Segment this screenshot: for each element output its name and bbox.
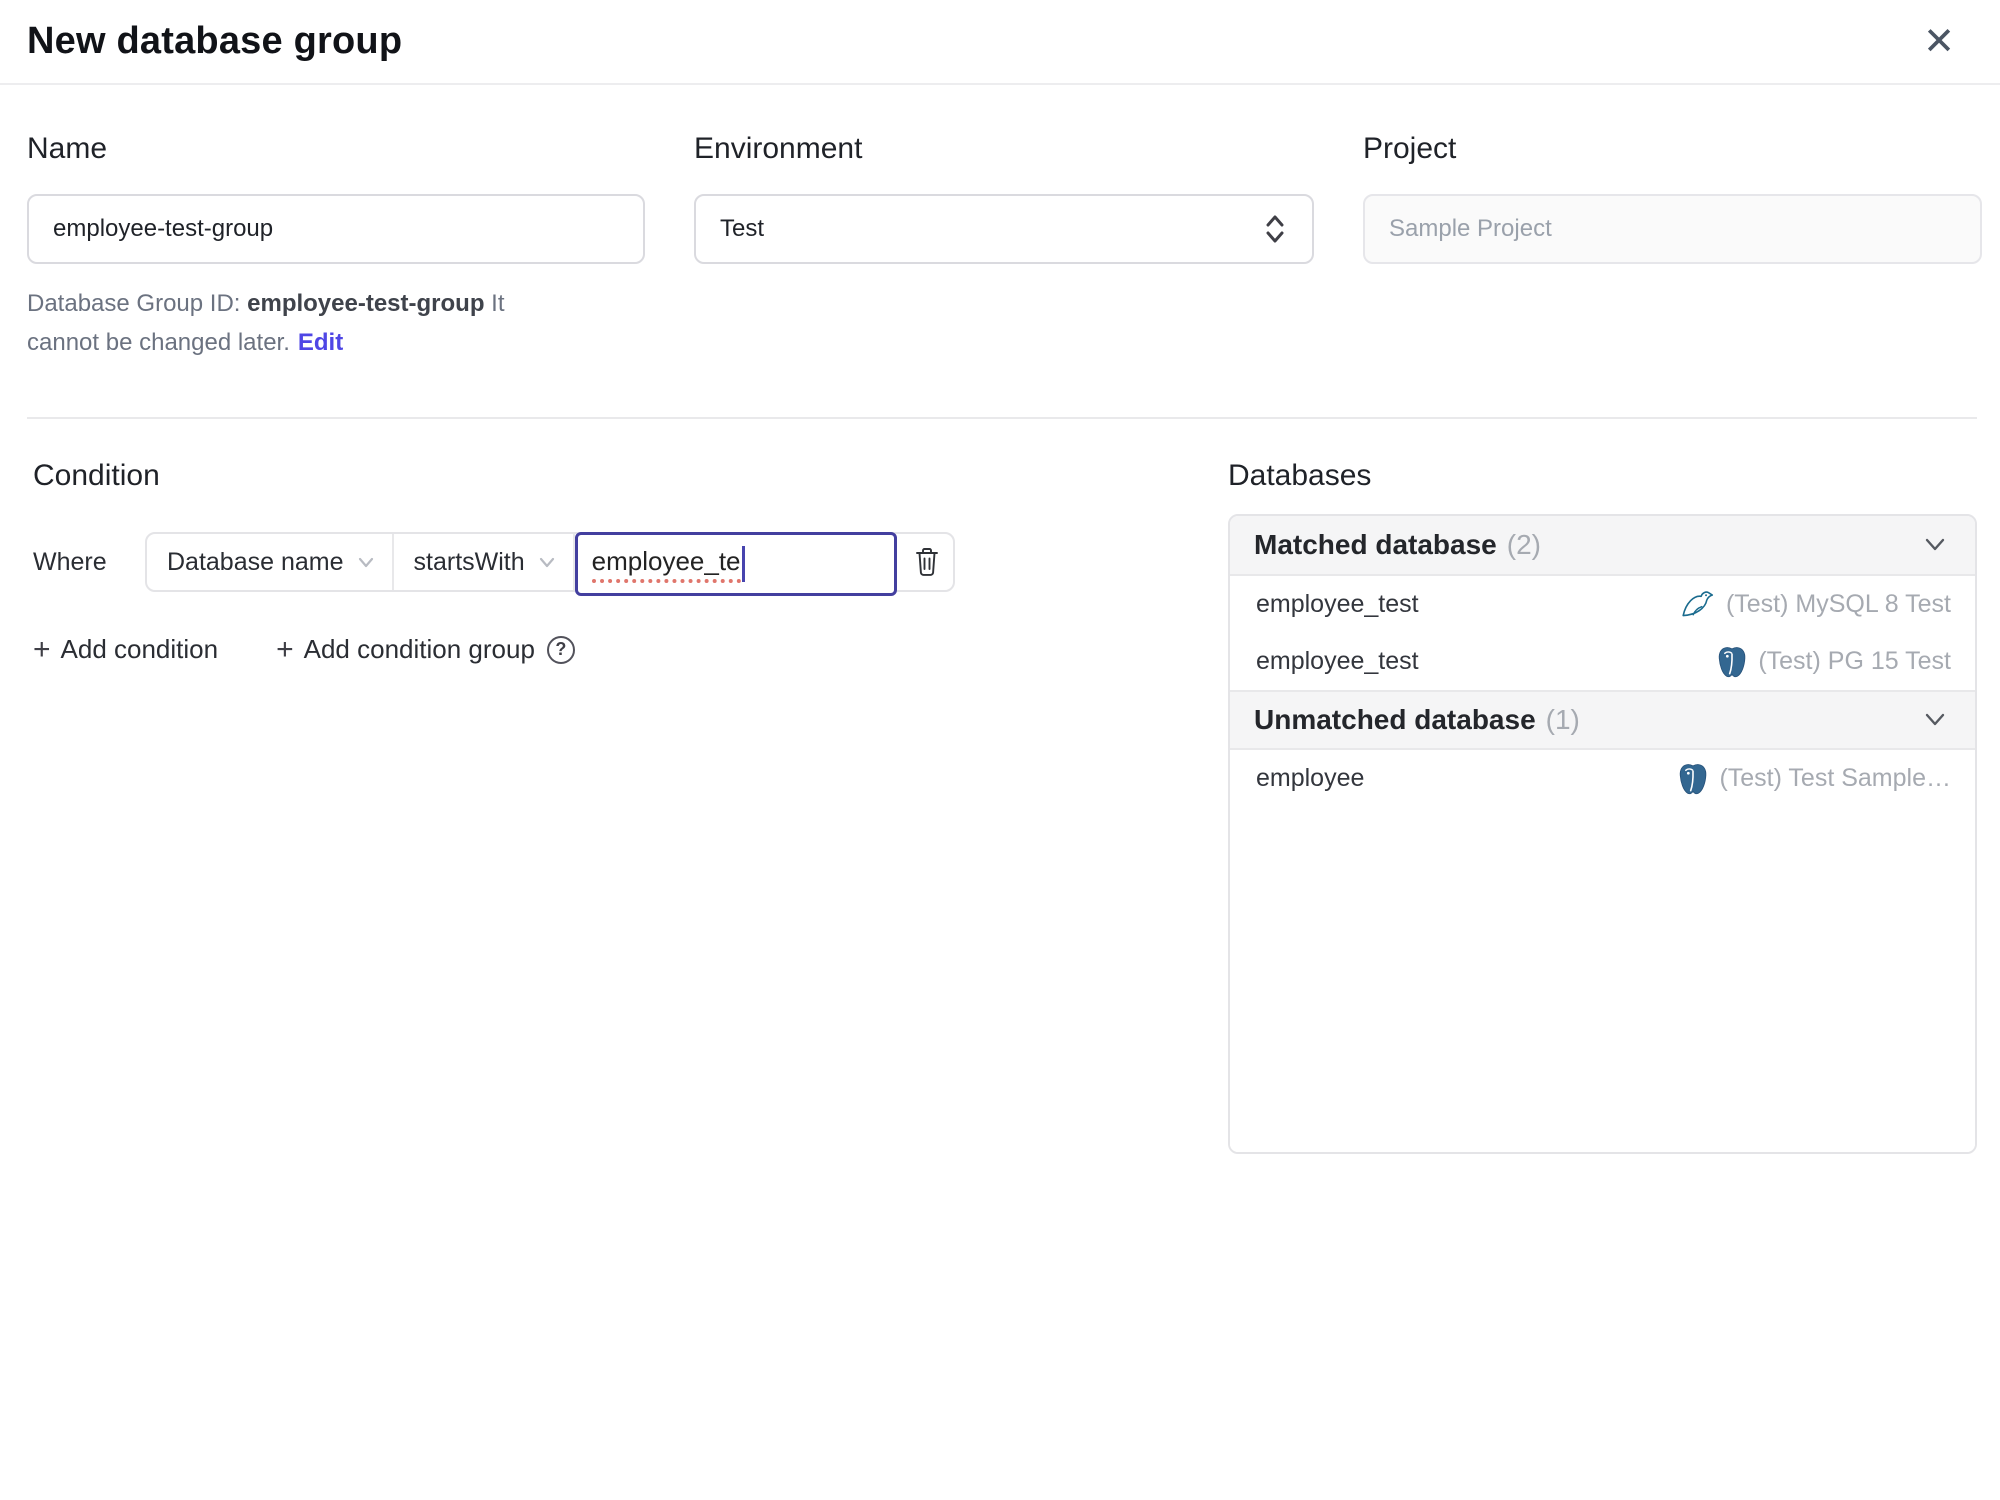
instance-info: (Test) MySQL 8 Test xyxy=(1680,588,1951,622)
condition-actions: + Add condition + Add condition group ? xyxy=(33,634,1228,665)
lower-area: Condition Where Database name startsWith xyxy=(0,419,2000,1154)
database-name: employee xyxy=(1256,764,1365,792)
chevron-down-icon[interactable] xyxy=(1919,534,1951,556)
where-label: Where xyxy=(33,547,107,576)
instance-label: (Test) Test Sample… xyxy=(1719,764,1951,792)
chevron-down-icon xyxy=(537,552,557,572)
condition-operator-value: startsWith xyxy=(413,547,525,576)
matched-section-count: (2) xyxy=(1506,529,1541,560)
environment-label: Environment xyxy=(694,132,863,165)
dialog-title: New database group xyxy=(27,20,403,62)
database-row: employee (Test) Test Sample… xyxy=(1230,750,1975,807)
add-condition-group-label: Add condition group xyxy=(303,634,535,664)
add-condition-label: Add condition xyxy=(60,634,219,664)
help-icon[interactable]: ? xyxy=(546,635,575,664)
database-row: employee_test (Test) MySQL 8 Test xyxy=(1230,576,1975,633)
plus-icon: + xyxy=(276,632,294,666)
instance-label: (Test) PG 15 Test xyxy=(1758,647,1951,675)
database-name: employee_test xyxy=(1256,647,1419,675)
chevron-down-icon[interactable] xyxy=(1919,709,1951,731)
unmatched-section-count: (1) xyxy=(1545,704,1580,735)
condition-operator-select[interactable]: startsWith xyxy=(394,534,575,590)
condition-factor-select[interactable]: Database name xyxy=(147,534,394,590)
name-field-group: Name Database Group ID: employee-test-gr… xyxy=(27,130,645,362)
edit-id-link[interactable]: Edit xyxy=(298,329,343,356)
environment-value: Test xyxy=(720,215,765,242)
add-condition-button[interactable]: + Add condition xyxy=(33,634,218,665)
database-name: employee_test xyxy=(1256,590,1419,618)
condition-value-text: employee_te xyxy=(591,546,741,583)
group-id-note: Database Group ID: employee-test-group I… xyxy=(27,284,532,362)
database-row: employee_test (Test) PG 15 Test xyxy=(1230,633,1975,690)
databases-empty-space xyxy=(1230,807,1975,1152)
instance-label: (Test) MySQL 8 Test xyxy=(1725,590,1951,618)
unmatched-section-title: Unmatched database xyxy=(1254,704,1536,735)
postgres-icon xyxy=(1677,762,1709,796)
dialog-header: New database group ✕ xyxy=(0,0,2000,85)
databases-section: Databases Matched database (2) employee_… xyxy=(1228,456,1977,1154)
chevron-down-icon xyxy=(356,552,376,572)
trash-icon xyxy=(913,546,941,578)
matched-section-header[interactable]: Matched database (2) xyxy=(1230,516,1975,576)
name-label: Name xyxy=(27,132,108,165)
instance-info: (Test) PG 15 Test xyxy=(1716,645,1951,679)
select-spinner-icon xyxy=(1262,212,1288,246)
databases-panel: Matched database (2) employee_test (Test… xyxy=(1228,514,1977,1154)
unmatched-section-header[interactable]: Unmatched database (1) xyxy=(1230,690,1975,750)
condition-row: Where Database name startsWith employee_… xyxy=(33,532,1228,596)
close-icon[interactable]: ✕ xyxy=(1916,19,1962,65)
databases-heading: Databases xyxy=(1228,459,1372,492)
condition-factor-value: Database name xyxy=(167,547,344,576)
project-field-group: Project xyxy=(1363,130,1982,362)
environment-field-group: Environment Test xyxy=(694,130,1314,362)
matched-section-title: Matched database xyxy=(1254,529,1497,560)
project-label: Project xyxy=(1363,132,1457,165)
name-input[interactable] xyxy=(27,194,645,264)
add-condition-group-button[interactable]: + Add condition group ? xyxy=(276,634,575,665)
condition-heading: Condition xyxy=(33,459,160,492)
delete-condition-button[interactable] xyxy=(897,534,953,590)
form-row: Name Database Group ID: employee-test-gr… xyxy=(0,85,2000,362)
condition-group: Database name startsWith employee_te xyxy=(145,532,955,596)
condition-section: Condition Where Database name startsWith xyxy=(27,456,1228,1154)
id-note-prefix: Database Group ID: xyxy=(27,290,241,317)
condition-value-input[interactable]: employee_te xyxy=(574,532,897,596)
project-input xyxy=(1363,194,1982,264)
environment-select[interactable]: Test xyxy=(694,194,1314,264)
plus-icon: + xyxy=(33,632,51,666)
instance-info: (Test) Test Sample… xyxy=(1677,762,1951,796)
mysql-icon xyxy=(1680,588,1716,622)
postgres-icon xyxy=(1716,645,1748,679)
id-note-id: employee-test-group xyxy=(247,290,485,317)
text-caret xyxy=(741,546,745,582)
